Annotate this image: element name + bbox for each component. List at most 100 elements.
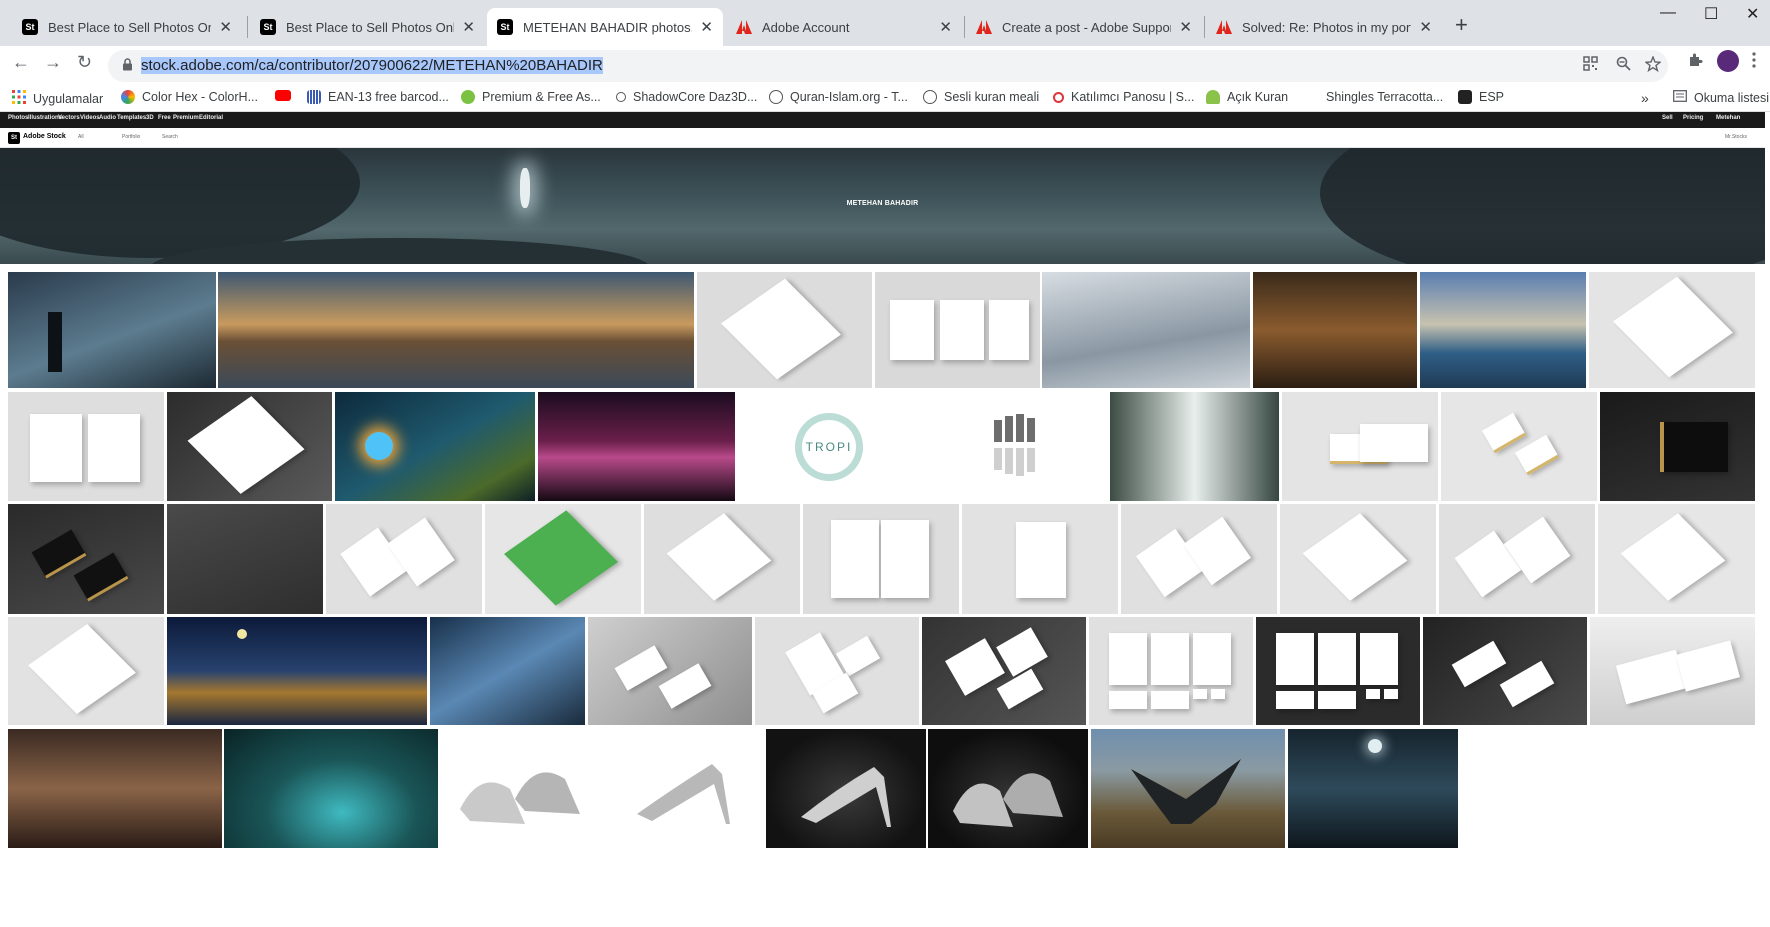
nav-vectors[interactable]: Vectors xyxy=(58,115,80,121)
portfolio-thumbnail[interactable] xyxy=(803,504,959,614)
portfolio-thumbnail[interactable] xyxy=(1589,272,1755,388)
reload-button[interactable]: ↻ xyxy=(77,52,92,73)
portfolio-thumbnail[interactable] xyxy=(875,272,1040,388)
reading-list-button[interactable]: Okuma listesi xyxy=(1673,90,1769,105)
browser-menu-icon[interactable] xyxy=(1752,52,1756,73)
portfolio-thumbnail[interactable] xyxy=(1288,729,1458,848)
portfolio-thumbnail[interactable] xyxy=(440,729,600,848)
bookmark-star-icon[interactable] xyxy=(1644,55,1662,77)
tab-3[interactable]: Adobe Account ✕ xyxy=(726,8,962,46)
portfolio-thumbnail[interactable] xyxy=(1598,504,1755,614)
close-icon[interactable]: ✕ xyxy=(1179,18,1192,36)
adobe-stock-logo[interactable]: St xyxy=(8,132,20,144)
portfolio-thumbnail[interactable] xyxy=(1439,504,1595,614)
nav-3d[interactable]: 3D xyxy=(146,115,154,121)
nav-audio[interactable]: Audio xyxy=(99,115,116,121)
nav-pricing[interactable]: Pricing xyxy=(1683,115,1703,121)
bookmark-shadowcore[interactable]: ShadowCore Daz3D... xyxy=(616,90,757,104)
portfolio-thumbnail[interactable] xyxy=(167,504,323,614)
bookmark-apps[interactable]: Uygulamalar xyxy=(12,90,103,107)
portfolio-thumbnail[interactable] xyxy=(962,504,1118,614)
bookmark-shingles[interactable]: Shingles Terracotta... xyxy=(1326,90,1443,104)
bookmark-sesli-kuran[interactable]: Sesli kuran meali xyxy=(923,90,1039,104)
portfolio-thumbnail[interactable] xyxy=(485,504,641,614)
portfolio-thumbnail[interactable] xyxy=(1441,392,1597,501)
portfolio-thumbnail[interactable] xyxy=(644,504,800,614)
portfolio-thumbnail[interactable] xyxy=(326,504,482,614)
lock-icon[interactable] xyxy=(122,58,133,74)
qr-code-icon[interactable] xyxy=(1583,56,1598,76)
bookmark-quran-islam[interactable]: Quran-Islam.org - T... xyxy=(769,90,908,104)
search-input[interactable]: Search xyxy=(162,134,178,140)
portfolio-thumbnail[interactable] xyxy=(1121,504,1277,614)
minimize-button[interactable]: — xyxy=(1660,4,1676,22)
bookmark-katilimci[interactable]: Katılımcı Panosu | S... xyxy=(1053,90,1194,104)
portfolio-thumbnail[interactable] xyxy=(218,272,694,388)
portfolio-thumbnail[interactable] xyxy=(1282,392,1438,501)
nav-free[interactable]: Free xyxy=(158,115,171,121)
tab-2[interactable]: St METEHAN BAHADIR photos, ima ✕ xyxy=(487,8,723,46)
portfolio-thumbnail[interactable] xyxy=(335,392,535,501)
tab-5[interactable]: Solved: Re: Photos in my portfolio ✕ xyxy=(1206,8,1442,46)
portfolio-thumbnail[interactable] xyxy=(8,392,164,501)
portfolio-thumbnail[interactable] xyxy=(588,617,752,725)
bookmark-acik-kuran[interactable]: Açık Kuran xyxy=(1206,90,1288,104)
portfolio-thumbnail[interactable] xyxy=(1423,617,1587,725)
portfolio-thumbnail[interactable] xyxy=(1042,272,1250,388)
portfolio-thumbnail[interactable] xyxy=(224,729,438,848)
portfolio-thumbnail[interactable] xyxy=(1420,272,1586,388)
portfolio-thumbnail[interactable] xyxy=(1256,617,1420,725)
portfolio-thumbnail[interactable] xyxy=(8,729,222,848)
bookmark-premium-free[interactable]: Premium & Free As... xyxy=(461,90,601,104)
nav-premium[interactable]: Premium xyxy=(173,115,199,121)
portfolio-thumbnail[interactable] xyxy=(1600,392,1755,501)
portfolio-thumbnail[interactable] xyxy=(538,392,735,501)
nav-editorial[interactable]: Editorial xyxy=(199,115,223,121)
portfolio-thumbnail[interactable] xyxy=(167,392,332,501)
portfolio-thumbnail[interactable] xyxy=(1091,729,1285,848)
profile-avatar[interactable] xyxy=(1717,50,1739,72)
portfolio-thumbnail[interactable] xyxy=(755,617,919,725)
nav-illustrations[interactable]: Illustrations xyxy=(28,115,62,121)
portfolio-thumbnail[interactable] xyxy=(1590,617,1755,725)
portfolio-thumbnail[interactable]: TROPI xyxy=(738,392,921,501)
portfolio-thumbnail[interactable] xyxy=(928,729,1088,848)
zoom-icon[interactable] xyxy=(1616,56,1631,76)
close-icon[interactable]: ✕ xyxy=(1419,18,1432,36)
tab-1[interactable]: St Best Place to Sell Photos Online, ✕ xyxy=(250,8,485,46)
user-menu[interactable]: Mr.Stocks xyxy=(1725,134,1747,140)
adobe-stock-brand[interactable]: Adobe Stock xyxy=(23,133,66,140)
back-button[interactable]: ← xyxy=(12,52,30,73)
extensions-icon[interactable] xyxy=(1687,52,1703,73)
forward-button[interactable]: → xyxy=(44,52,62,73)
nav-user[interactable]: Metehan xyxy=(1716,115,1740,121)
nav-templates[interactable]: Templates xyxy=(117,115,146,121)
tab-4[interactable]: Create a post - Adobe Support C ✕ xyxy=(966,8,1202,46)
more-bookmarks-button[interactable]: » xyxy=(1641,90,1649,106)
nav-videos[interactable]: Videos xyxy=(80,115,100,121)
portfolio-thumbnail[interactable] xyxy=(8,272,216,388)
portfolio-thumbnail[interactable] xyxy=(430,617,585,725)
portfolio-thumbnail[interactable] xyxy=(1089,617,1253,725)
portfolio-thumbnail[interactable] xyxy=(922,617,1086,725)
bookmark-youtube[interactable] xyxy=(275,90,298,101)
close-icon[interactable]: ✕ xyxy=(219,18,232,36)
address-bar[interactable]: stock.adobe.com/ca/contributor/207900622… xyxy=(108,50,1668,82)
bookmark-ean13[interactable]: EAN-13 free barcod... xyxy=(307,90,449,104)
tab-0[interactable]: St Best Place to Sell Photos Online, ✕ xyxy=(12,8,242,46)
portfolio-thumbnail[interactable] xyxy=(602,729,764,848)
bookmark-esp[interactable]: ESP xyxy=(1458,90,1504,104)
portfolio-thumbnail[interactable] xyxy=(1253,272,1417,388)
portfolio-thumbnail[interactable] xyxy=(697,272,872,388)
portfolio-thumbnail[interactable] xyxy=(1280,504,1436,614)
close-icon[interactable]: ✕ xyxy=(700,18,713,36)
asset-type-select[interactable]: All xyxy=(78,134,84,140)
portfolio-thumbnail[interactable] xyxy=(8,504,164,614)
bookmark-colorhex[interactable]: Color Hex - ColorH... xyxy=(121,90,258,104)
portfolio-thumbnail[interactable] xyxy=(924,392,1108,501)
url-text[interactable]: stock.adobe.com/ca/contributor/207900622… xyxy=(141,57,603,74)
close-icon[interactable]: ✕ xyxy=(462,18,475,36)
close-icon[interactable]: ✕ xyxy=(939,18,952,36)
window-close-button[interactable]: ✕ xyxy=(1746,4,1759,24)
portfolio-thumbnail[interactable] xyxy=(167,617,427,725)
